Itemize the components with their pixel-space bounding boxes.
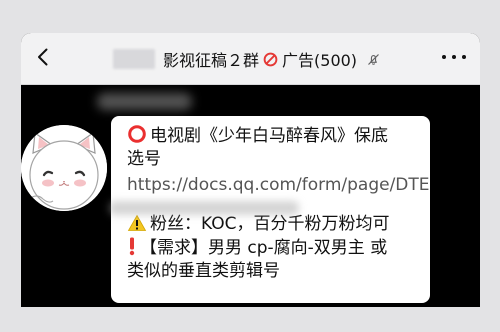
redacted-link-fragment: [109, 201, 299, 215]
redacted-group-name: [113, 49, 155, 69]
message-line-4-text: 【需求】男男 cp-腐向-双男主 或: [140, 238, 388, 258]
more-options-button[interactable]: [442, 52, 466, 62]
red-ring-icon: [127, 124, 147, 144]
chevron-left-icon: [34, 47, 52, 71]
red-exclamation-icon: [127, 236, 137, 256]
message-line-4: 【需求】男男 cp-腐向-双男主 或: [127, 236, 421, 260]
message-line-1: 电视剧《少年白马醉春风》保底: [127, 124, 421, 148]
chat-navbar: 影视征稿２群 广告(500): [21, 33, 480, 85]
more-dots-icon: [462, 55, 466, 59]
more-dots-icon: [452, 55, 456, 59]
chat-title-suffix: 广告(500): [282, 51, 358, 70]
redacted-sender-name: [97, 93, 192, 110]
message-line-1-text: 电视剧《少年白马醉春风》保底: [150, 126, 388, 146]
chat-title-prefix: 影视征稿２群: [163, 51, 260, 70]
message-list[interactable]: 电视剧《少年白马醉春风》保底 选号 https://docs.qq.com/fo…: [21, 85, 480, 307]
message-bubble[interactable]: 电视剧《少年白马醉春风》保底 选号 https://docs.qq.com/fo…: [109, 116, 430, 303]
chat-screen: 影视征稿２群 广告(500) 电视剧《少年白马醉春风》保底 选号 https:/…: [21, 33, 480, 307]
message-line-2: 选号: [127, 149, 161, 169]
chat-screen-container: 影视征稿２群 广告(500) 电视剧《少年白马醉春风》保底 选号 https:/…: [0, 0, 500, 332]
message-line-5: 类似的垂直类剪辑号: [127, 261, 280, 281]
message-line-3: 粉丝：KOC，百分千粉万粉均可: [127, 213, 421, 236]
message-link[interactable]: https://docs.qq.com/form/page/DTE: [127, 173, 430, 198]
avatar[interactable]: [21, 125, 107, 211]
warning-icon: [127, 214, 147, 232]
bell-slash-icon: [365, 51, 381, 67]
message-line-3-text: 粉丝：KOC，百分千粉万粉均可: [150, 214, 390, 234]
chat-title: 影视征稿２群 广告(500): [113, 47, 381, 71]
more-dots-icon: [442, 55, 446, 59]
cat-avatar-icon: [21, 125, 107, 211]
back-button[interactable]: [29, 44, 57, 74]
prohibited-icon: [263, 52, 278, 67]
